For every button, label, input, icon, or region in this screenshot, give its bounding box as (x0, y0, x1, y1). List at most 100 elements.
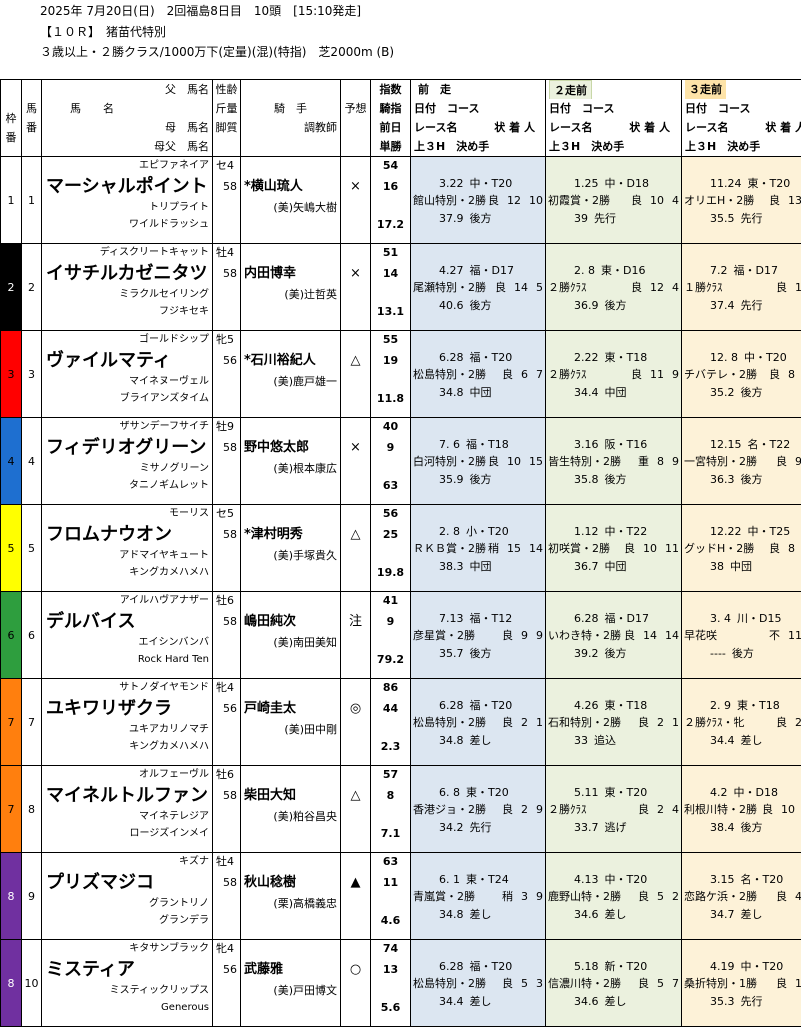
prev3-cell: 7.2福・D17１勝ｸﾗｽ良1337.4先行 (682, 244, 801, 331)
prev-condition: 重 (638, 455, 649, 468)
prev-date: 6. 8 (439, 786, 460, 799)
prev-race-name: ２勝ｸﾗｽ (548, 366, 587, 384)
prev-last3-style: 38.4後方 (682, 819, 801, 837)
sex-weight-cell: 牡9 58 (213, 418, 241, 505)
win-odds: 2.3 (371, 738, 410, 756)
prev2-cell: 4.13中・T20鹿野山特・2勝良5234.6差し (546, 853, 682, 940)
win-odds: 79.2 (371, 651, 410, 669)
prev1-cell: 2. 8小・T20ＲＫＢ賞・2勝稍151438.3中団 (411, 505, 546, 592)
prev2-cell: 2. 8東・D16２勝ｸﾗｽ良12436.9後方 (546, 244, 682, 331)
horse-name-cell: モーリス フロムナウオン アドマイヤキュート キングカメハメハ (42, 505, 213, 592)
prev-race-name: 信濃川特・2勝 (548, 975, 621, 993)
waku-number: 8 (1, 940, 21, 1026)
umaban-header: 馬 番 (22, 80, 42, 157)
weight: 58 (213, 175, 240, 199)
prev-date: 2. 8 (439, 525, 460, 538)
prev-finish: 14 (514, 281, 528, 294)
prev3-cell: 3.15名・T20恋路ケ浜・2勝良4334.7差し (682, 853, 801, 940)
umaban-number: 7 (22, 679, 41, 765)
prev-finish: 9 (521, 629, 528, 642)
trainer-name: (美)辻哲英 (241, 286, 340, 304)
prev-last3-style: 35.9後方 (411, 471, 545, 489)
prev2-cell: 2.22東・T18２勝ｸﾗｽ良11934.4中団 (546, 331, 682, 418)
prev-condition: 稍 (488, 542, 499, 555)
jockey-cell: 内田博幸 (美)辻哲英 (241, 244, 341, 331)
prev-condition: 稍 (502, 890, 513, 903)
horse-name-cell: アイルハヴアナザー デルバイス エイシンバンバ Rock Hard Ten (42, 592, 213, 679)
prev-date-course: 1.25中・D18 (546, 175, 681, 193)
prev3-cell: 4.19中・T20桑折特別・1勝良1335.3先行 (682, 940, 801, 1027)
prediction-mark: △ (341, 523, 370, 547)
dam-name: ユキアカリノマチ (42, 721, 212, 739)
prev-last3f: 35.8 (574, 473, 599, 486)
prev-result: 初咲賞・2勝良1011 (546, 540, 681, 558)
prev-last3-style: 33追込 (546, 732, 681, 750)
waku-cell: 8 (1, 853, 22, 940)
index-cell: 63 11 4.6 (371, 853, 411, 940)
index-cell: 57 8 7.1 (371, 766, 411, 853)
prev-finish: 5 (657, 977, 664, 990)
jockey-cell: 戸崎圭太 (美)田中剛 (241, 679, 341, 766)
prev-result-values: 良1011 (624, 540, 679, 558)
prev-condition: 良 (502, 977, 513, 990)
prev-result-values: 良1015 (488, 453, 543, 471)
waku-number: 5 (1, 505, 21, 591)
prev-race-name: 尾瀬特別・2勝 (413, 279, 486, 297)
prev-popularity: 11 (665, 542, 679, 555)
jockey-header: 騎 手 調教師 (241, 80, 341, 157)
prev-result-values: 良119 (631, 366, 679, 384)
prev-result: 恋路ケ浜・2勝良43 (682, 888, 801, 906)
horse-name: イサチルカゼニタツ (42, 262, 212, 286)
prev-result-values: 良124 (631, 279, 679, 297)
prev-running-style: 差し (605, 908, 627, 921)
prev-date-course: 1.12中・T22 (546, 523, 681, 541)
prev1-cell: 6. 8東・T20香港ジョ・2勝良2934.2先行 (411, 766, 546, 853)
prev-result-values: 良104 (631, 192, 679, 210)
prev-finish: 10 (643, 542, 657, 555)
prev-running-style: 後方 (470, 473, 492, 486)
jockey-index: 11 (371, 871, 410, 895)
prev-result: 初霞賞・2勝良104 (546, 192, 681, 210)
prev-running-style: 後方 (605, 473, 627, 486)
sex-age: セ4 (213, 157, 240, 175)
prev-condition: 良 (631, 194, 642, 207)
prev-running-style: 後方 (732, 647, 754, 660)
horse-name: マイネルトルファン (42, 784, 212, 808)
prev-last3f: ---- (710, 647, 726, 660)
umaban-cell: 3 (22, 331, 42, 418)
damsire-name: キングカメハメハ (42, 738, 212, 756)
prev-last3-style: 34.6差し (546, 906, 681, 924)
jockey-name: 内田博幸 (241, 262, 340, 286)
prev-date: 4.19 (710, 960, 735, 973)
prev-finish: 10 (650, 194, 664, 207)
spacer (682, 592, 801, 610)
prev1-cell: 3.22中・T20館山特別・2勝良121037.9後方 (411, 157, 546, 244)
prev-result: オリエH・2勝良137 (682, 192, 801, 210)
prev-course: 中・T20 (741, 960, 784, 973)
prev-popularity: 4 (672, 281, 679, 294)
jockey-index: 44 (371, 697, 410, 721)
prev-last3f: 37.4 (710, 299, 735, 312)
sire-name: アイルハヴアナザー (42, 592, 212, 610)
sire-name: ザサンデーフサイチ (42, 418, 212, 436)
prev-date-course: 6.28福・T20 (411, 349, 545, 367)
prev-running-style: 後方 (470, 299, 492, 312)
prev-date: 2. 9 (710, 699, 731, 712)
prev-race-name: 初霞賞・2勝 (548, 192, 610, 210)
index-cell: 41 9 79.2 (371, 592, 411, 679)
prev-result: チバテレ・2勝良811 (682, 366, 801, 384)
waku-cell: 8 (1, 940, 22, 1027)
prev-date: 6.28 (439, 351, 464, 364)
waku-cell: 1 (1, 157, 22, 244)
win-odds: 63 (371, 477, 410, 495)
prev1-cell: 6. 1東・T24青嵐賞・2勝稍3934.8差し (411, 853, 546, 940)
index-cell: 54 16 17.2 (371, 157, 411, 244)
horse-row: 7 7 サトノダイヤモンド ユキワリザクラ ユキアカリノマチ キングカメハメハ … (1, 679, 801, 766)
prev-date: 7.13 (439, 612, 464, 625)
spacer (546, 505, 681, 523)
prev-running-style: 差し (470, 734, 492, 747)
horse-names-header: 父 馬名 馬 名 母 馬名 母父 馬名 (42, 80, 213, 157)
yoso-cell: ▲ (341, 853, 371, 940)
yoso-cell: △ (341, 331, 371, 418)
jockey-index: 13 (371, 958, 410, 982)
